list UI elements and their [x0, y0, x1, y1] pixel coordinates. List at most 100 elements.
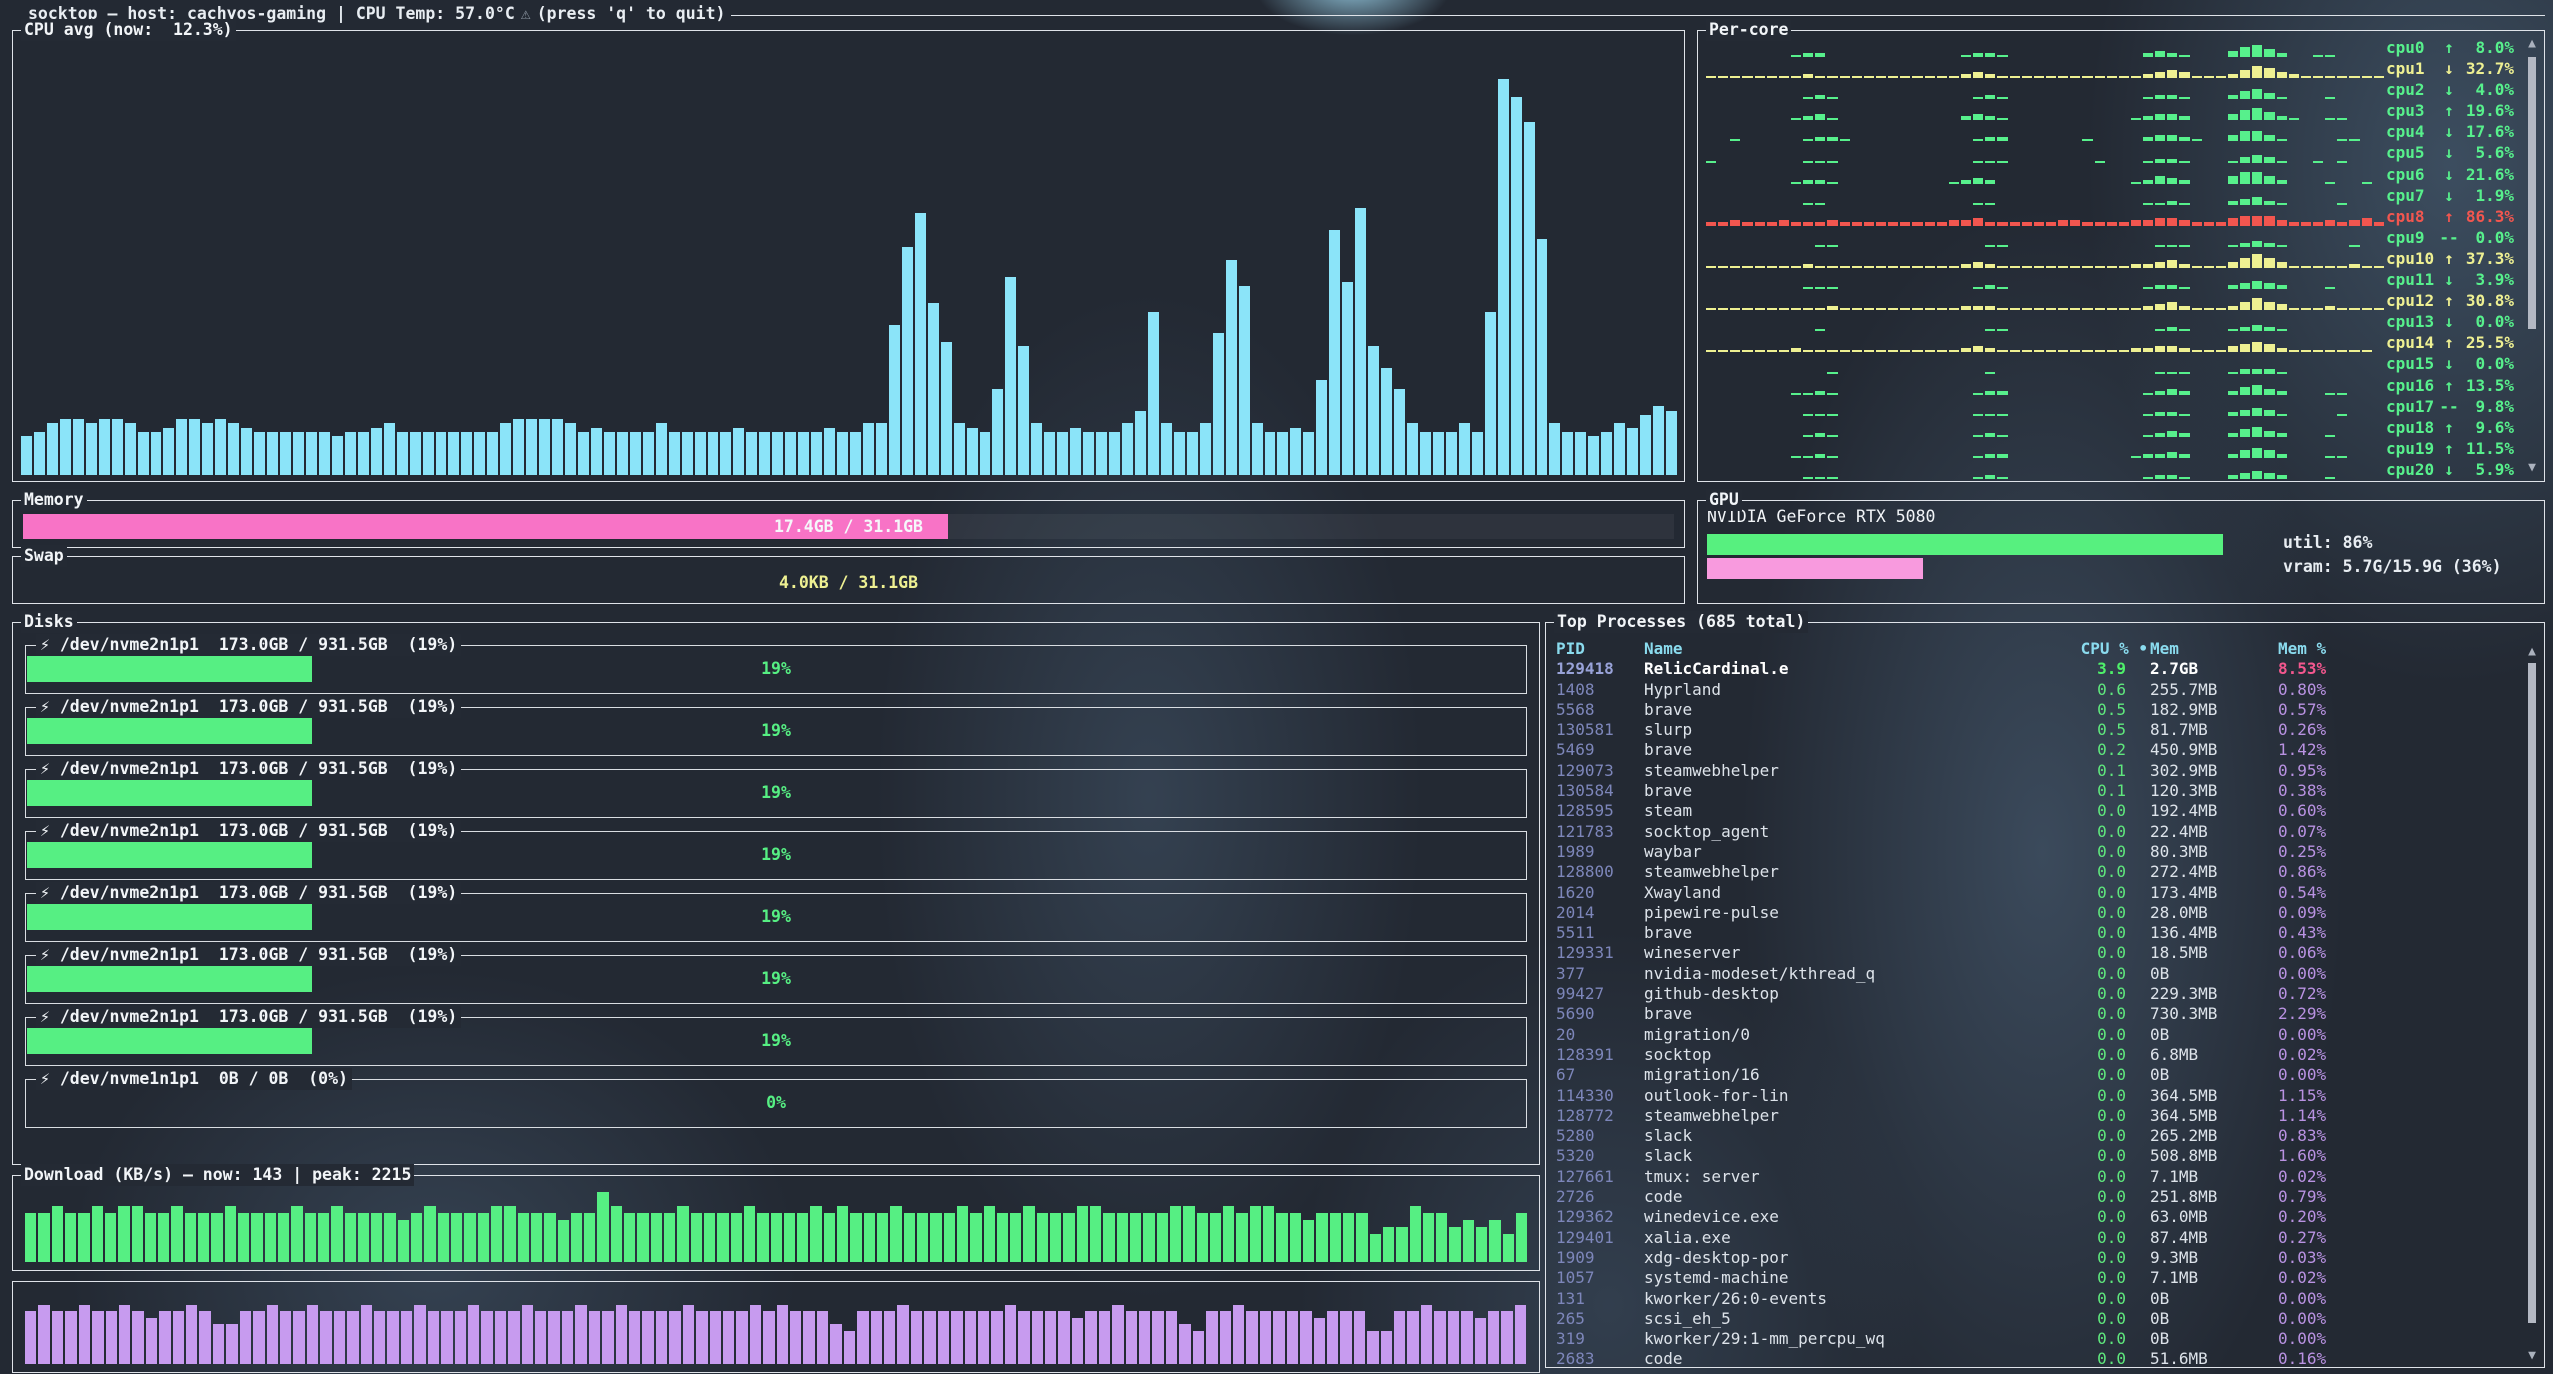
chart-bar — [1973, 414, 1983, 416]
chart-bar — [1949, 308, 1959, 310]
percore-scrollbar[interactable]: ▲ ▼ — [2526, 37, 2538, 475]
chart-bar — [1213, 333, 1224, 475]
chart-bar — [293, 432, 304, 475]
chart-bar — [1864, 76, 1874, 78]
processes-scrollbar-thumb[interactable] — [2528, 663, 2536, 1323]
process-row[interactable]: 129362winedevice.exe0.063.0MB0.20% — [1546, 1207, 2544, 1227]
chart-bar — [1355, 208, 1366, 475]
process-row[interactable]: 121783socktop_agent0.022.4MB0.07% — [1546, 822, 2544, 842]
core-trend-icon: ↑ — [2438, 417, 2460, 438]
process-name: winedevice.exe — [1644, 1207, 2050, 1227]
header-mem[interactable]: Mem — [2150, 639, 2278, 659]
header-mem-pct[interactable]: Mem % — [2278, 639, 2544, 659]
chart-bar — [1236, 1213, 1247, 1262]
chart-bar — [2325, 97, 2335, 99]
process-row[interactable]: 129418RelicCardinal.e3.92.7GB8.53% — [1546, 659, 2544, 679]
chart-bar — [803, 1311, 814, 1364]
chart-bar — [2337, 414, 2347, 416]
chart-bar — [1815, 114, 1825, 120]
process-row[interactable]: 2726code0.0251.8MB0.79% — [1546, 1187, 2544, 1207]
chart-bar — [106, 1311, 117, 1364]
process-row[interactable]: 114330outlook-for-lin0.0364.5MB1.15% — [1546, 1086, 2544, 1106]
process-mem-pct: 0.95% — [2278, 761, 2544, 781]
process-row[interactable]: 129401xalia.exe0.087.4MB0.27% — [1546, 1228, 2544, 1248]
percore-scrollbar-thumb[interactable] — [2528, 57, 2536, 329]
scroll-up-icon[interactable]: ▲ — [2526, 37, 2538, 51]
chart-bar — [2362, 218, 2372, 226]
process-row[interactable]: 128800steamwebhelper0.0272.4MB0.86% — [1546, 862, 2544, 882]
chart-bar — [1381, 368, 1392, 476]
process-row[interactable]: 5568brave0.5182.9MB0.57% — [1546, 700, 2544, 720]
process-row[interactable]: 128772steamwebhelper0.0364.5MB1.14% — [1546, 1106, 2544, 1126]
process-row[interactable]: 5511brave0.0136.4MB0.43% — [1546, 923, 2544, 943]
chart-bar — [1840, 139, 1850, 141]
process-row[interactable]: 129073steamwebhelper0.1302.9MB0.95% — [1546, 761, 2544, 781]
header-name[interactable]: Name — [1644, 639, 2050, 659]
chart-bar — [2143, 477, 2153, 479]
chart-bar — [305, 1213, 316, 1262]
header-pid[interactable]: PID — [1556, 639, 1644, 659]
chart-bar — [1223, 1206, 1234, 1262]
chart-bar — [591, 428, 602, 475]
process-cpu-pct: 0.0 — [2050, 1004, 2150, 1024]
processes-scrollbar[interactable]: ▲ ▼ — [2526, 645, 2538, 1363]
chart-bar — [2167, 95, 2177, 99]
scroll-up-icon[interactable]: ▲ — [2526, 645, 2538, 659]
process-pid: 1909 — [1556, 1248, 1644, 1268]
scroll-down-icon[interactable]: ▼ — [2526, 461, 2538, 475]
header-cpu-sort[interactable]: CPU % • — [2050, 639, 2150, 659]
chart-bar — [1791, 182, 1801, 184]
process-row[interactable]: 67migration/160.00B0.00% — [1546, 1065, 2544, 1085]
process-row[interactable]: 130584brave0.1120.3MB0.38% — [1546, 781, 2544, 801]
chart-bar — [810, 1206, 821, 1262]
process-row[interactable]: 377nvidia-modeset/kthread_q0.00B0.00% — [1546, 964, 2544, 984]
process-row[interactable]: 5280slack0.0265.2MB0.83% — [1546, 1126, 2544, 1146]
chart-bar — [1562, 432, 1573, 475]
chart-bar — [863, 423, 874, 475]
chart-bar — [2216, 266, 2226, 268]
process-row[interactable]: 5469brave0.2450.9MB1.42% — [1546, 740, 2544, 760]
process-mem-pct: 0.60% — [2278, 801, 2544, 821]
process-row[interactable]: 128391socktop0.06.8MB0.02% — [1546, 1045, 2544, 1065]
process-mem-pct: 0.25% — [2278, 842, 2544, 862]
process-row[interactable]: 130581slurp0.581.7MB0.26% — [1546, 720, 2544, 740]
chart-bar — [890, 1206, 901, 1262]
core-usage-pct: 37.3% — [2460, 248, 2516, 269]
process-row[interactable]: 1057systemd-machine0.07.1MB0.02% — [1546, 1268, 2544, 1288]
process-row[interactable]: 5690brave0.0730.3MB2.29% — [1546, 1004, 2544, 1024]
process-row[interactable]: 1620Xwayland0.0173.4MB0.54% — [1546, 883, 2544, 903]
process-row[interactable]: 2014pipewire-pulse0.028.0MB0.09% — [1546, 903, 2544, 923]
scroll-down-icon[interactable]: ▼ — [2526, 1349, 2538, 1363]
process-pid: 20 — [1556, 1025, 1644, 1045]
chart-bar — [565, 423, 576, 475]
chart-bar — [616, 1305, 627, 1364]
process-row[interactable]: 2683code0.051.6MB0.16% — [1546, 1349, 2544, 1369]
process-row[interactable]: 265scsi_eh_50.00B0.00% — [1546, 1309, 2544, 1329]
chart-bar — [1742, 266, 1752, 268]
chart-bar — [2277, 116, 2287, 120]
chart-bar — [1303, 432, 1314, 475]
process-row[interactable]: 1909xdg-desktop-por0.09.3MB0.03% — [1546, 1248, 2544, 1268]
process-cpu-pct: 0.1 — [2050, 761, 2150, 781]
chart-bar — [1840, 266, 1850, 268]
process-row[interactable]: 99427github-desktop0.0229.3MB0.72% — [1546, 984, 2544, 1004]
process-row[interactable]: 131kworker/26:0-events0.00B0.00% — [1546, 1289, 2544, 1309]
core-usage-pct: 0.0% — [2460, 227, 2516, 248]
chart-bar — [2228, 412, 2238, 416]
process-row[interactable]: 20migration/00.00B0.00% — [1546, 1025, 2544, 1045]
chart-bar — [2119, 222, 2129, 226]
chart-bar — [651, 1213, 662, 1262]
process-row[interactable]: 1989waybar0.080.3MB0.25% — [1546, 842, 2544, 862]
chart-bar — [2155, 412, 2165, 416]
chart-bar — [1023, 1206, 1034, 1262]
process-pid: 129362 — [1556, 1207, 1644, 1227]
process-row[interactable]: 129331wineserver0.018.5MB0.06% — [1546, 943, 2544, 963]
process-row[interactable]: 5320slack0.0508.8MB1.60% — [1546, 1146, 2544, 1166]
chart-bar — [1815, 350, 1825, 352]
chart-bar — [2349, 76, 2359, 78]
core-name: cpu10 — [2386, 248, 2438, 269]
process-row[interactable]: 319kworker/29:1-mm_percpu_wq0.00B0.00% — [1546, 1329, 2544, 1349]
process-row[interactable]: 1408Hyprland0.6255.7MB0.80% — [1546, 680, 2544, 700]
process-row[interactable]: 128595steam0.0192.4MB0.60% — [1546, 801, 2544, 821]
process-row[interactable]: 127661tmux: server0.07.1MB0.02% — [1546, 1167, 2544, 1187]
